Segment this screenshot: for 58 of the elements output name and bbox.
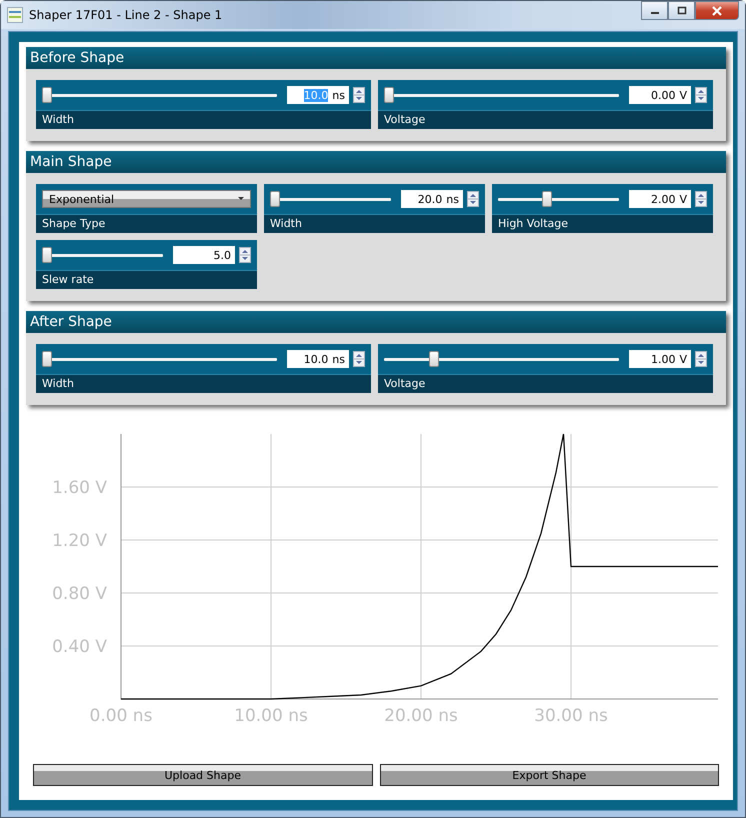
- close-icon: [711, 6, 723, 16]
- y-tick-label: 0.80 V: [52, 584, 107, 604]
- x-tick-label: 10.00 ns: [234, 706, 308, 726]
- minimize-button[interactable]: [641, 1, 668, 20]
- slider-thumb[interactable]: [384, 87, 394, 103]
- section-title: Main Shape: [26, 151, 726, 173]
- close-button[interactable]: [695, 1, 739, 20]
- control-label: Width: [36, 111, 371, 129]
- control-label: Voltage: [378, 111, 713, 129]
- slider[interactable]: [42, 351, 277, 367]
- action-button[interactable]: Upload Shape: [33, 764, 372, 786]
- y-tick-label: 1.60 V: [52, 478, 107, 498]
- number-field[interactable]: 2.00 V: [629, 190, 691, 208]
- slider[interactable]: [384, 87, 619, 103]
- spin-arrows-icon[interactable]: [695, 87, 707, 103]
- control-label: Shape Type: [36, 215, 257, 233]
- slider-thumb[interactable]: [429, 351, 439, 367]
- y-tick-label: 1.20 V: [52, 531, 107, 551]
- section-title: Before Shape: [26, 47, 726, 69]
- number-field[interactable]: 20.0 ns: [401, 190, 463, 208]
- slider-thumb[interactable]: [42, 351, 52, 367]
- number-field[interactable]: 5.0: [173, 246, 235, 264]
- spin-arrows-icon[interactable]: [695, 351, 707, 367]
- control-label: Width: [264, 215, 485, 233]
- spin-arrows-icon[interactable]: [353, 351, 365, 367]
- maximize-button[interactable]: [668, 1, 695, 20]
- slider[interactable]: [42, 87, 277, 103]
- control-label: Voltage: [378, 375, 713, 393]
- y-tick-label: 0.40 V: [52, 637, 107, 657]
- slider-thumb[interactable]: [542, 191, 552, 207]
- caret-icon: [238, 197, 244, 201]
- slider-thumb[interactable]: [42, 247, 52, 263]
- app-logo-icon: [7, 7, 23, 23]
- x-tick-label: 0.00 ns: [90, 706, 152, 726]
- spin-arrows-icon[interactable]: [695, 191, 707, 207]
- x-tick-label: 20.00 ns: [384, 706, 458, 726]
- slider-thumb[interactable]: [270, 191, 280, 207]
- slider[interactable]: [270, 191, 391, 207]
- slider[interactable]: [42, 247, 163, 263]
- maximize-icon: [676, 6, 686, 15]
- shape-type-dropdown[interactable]: Exponential: [42, 190, 251, 208]
- slider[interactable]: [498, 191, 619, 207]
- window-title: Shaper 17F01 - Line 2 - Shape 1: [29, 8, 222, 22]
- number-field[interactable]: 0.00 V: [629, 86, 691, 104]
- number-field[interactable]: 1.00 V: [629, 350, 691, 368]
- section-title: After Shape: [26, 311, 726, 333]
- number-field[interactable]: 10.0 ns: [287, 350, 349, 368]
- x-tick-label: 30.00 ns: [534, 706, 608, 726]
- spin-arrows-icon[interactable]: [467, 191, 479, 207]
- control-label: Slew rate: [36, 271, 257, 289]
- spin-arrows-icon[interactable]: [353, 87, 365, 103]
- action-button[interactable]: Export Shape: [380, 764, 719, 786]
- number-field[interactable]: 10.0 ns: [287, 86, 349, 104]
- control-label: Width: [36, 375, 371, 393]
- slider[interactable]: [384, 351, 619, 367]
- spin-arrows-icon[interactable]: [239, 247, 251, 263]
- control-label: High Voltage: [492, 215, 713, 233]
- slider-thumb[interactable]: [42, 87, 52, 103]
